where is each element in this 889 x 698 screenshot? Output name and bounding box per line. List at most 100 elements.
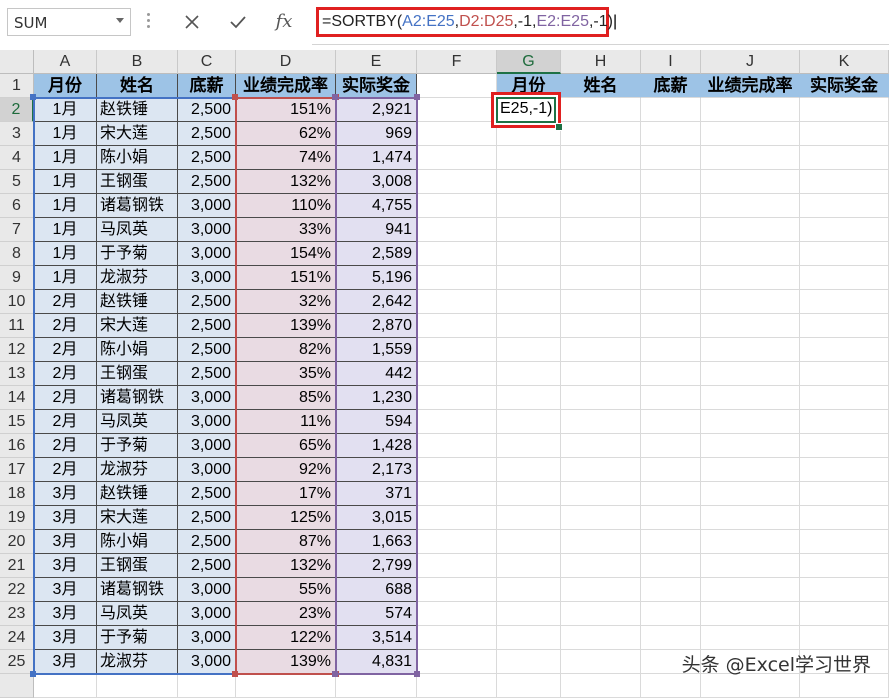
column-header-k[interactable]: K — [800, 50, 889, 74]
grid-cell[interactable] — [561, 314, 641, 338]
grid-cell[interactable] — [641, 410, 701, 434]
spreadsheet-grid[interactable]: A B C D E F G H I J K 1 2 3 4 5 6 7 8 9 10 11 12 13 14 15 16 17 18 19… — [0, 50, 889, 698]
grid-cell[interactable] — [497, 554, 561, 578]
grid-cell[interactable] — [800, 554, 889, 578]
table-header-cell[interactable]: 业绩完成率 — [236, 74, 336, 98]
column-header-i[interactable]: I — [641, 50, 701, 74]
grid-cell[interactable] — [701, 338, 800, 362]
table-cell[interactable]: 2,500 — [178, 554, 236, 578]
table-cell[interactable]: 1,230 — [336, 386, 417, 410]
table-cell[interactable]: 3,000 — [178, 626, 236, 650]
table-cell[interactable]: 2,500 — [178, 314, 236, 338]
range-resize-handle[interactable] — [232, 671, 238, 677]
grid-cell[interactable] — [561, 146, 641, 170]
column-header-h[interactable]: H — [561, 50, 641, 74]
table-cell[interactable]: 2月 — [34, 434, 97, 458]
grid-cell[interactable] — [417, 194, 497, 218]
grid-cell[interactable] — [641, 170, 701, 194]
table-cell[interactable]: 2月 — [34, 458, 97, 482]
table-cell[interactable]: 2月 — [34, 410, 97, 434]
table-cell[interactable]: 11% — [236, 410, 336, 434]
table-cell[interactable]: 2,500 — [178, 98, 236, 122]
table-cell[interactable]: 2月 — [34, 290, 97, 314]
table-cell[interactable]: 4,755 — [336, 194, 417, 218]
check-icon[interactable] — [218, 8, 258, 36]
table-cell[interactable]: 151% — [236, 98, 336, 122]
table-cell[interactable]: 2,870 — [336, 314, 417, 338]
row-header[interactable]: 15 — [0, 410, 34, 434]
table-cell[interactable]: 371 — [336, 482, 417, 506]
grid-cell[interactable] — [497, 602, 561, 626]
grid-cell[interactable] — [641, 506, 701, 530]
grid-cell[interactable] — [800, 242, 889, 266]
output-header-cell[interactable]: 底薪 — [641, 74, 701, 98]
grid-cell[interactable] — [561, 170, 641, 194]
column-header-c[interactable]: C — [178, 50, 236, 74]
grid-cell[interactable] — [417, 434, 497, 458]
column-header-a[interactable]: A — [34, 50, 97, 74]
grid-cell[interactable] — [641, 290, 701, 314]
table-cell[interactable]: 陈小娟 — [97, 146, 178, 170]
grid-cell[interactable] — [497, 170, 561, 194]
table-cell[interactable]: 110% — [236, 194, 336, 218]
row-header[interactable]: 2 — [0, 98, 34, 122]
grid-cell[interactable] — [417, 410, 497, 434]
formula-bar[interactable]: =SORTBY(A2:E25,D2:D25,-1,E2:E25,-1)| — [316, 7, 617, 37]
table-cell[interactable]: 马凤英 — [97, 218, 178, 242]
table-cell[interactable]: 1月 — [34, 146, 97, 170]
grid-cell[interactable] — [497, 290, 561, 314]
table-cell[interactable]: 3月 — [34, 530, 97, 554]
grid-cell[interactable] — [497, 266, 561, 290]
table-cell[interactable]: 85% — [236, 386, 336, 410]
grid-cell[interactable] — [417, 98, 497, 122]
grid-cell[interactable] — [800, 458, 889, 482]
grid-cell[interactable] — [497, 674, 561, 698]
grid-cell[interactable] — [701, 410, 800, 434]
grid-cell[interactable] — [497, 626, 561, 650]
table-cell[interactable]: 941 — [336, 218, 417, 242]
grid-cell[interactable] — [417, 242, 497, 266]
grid-cell[interactable] — [641, 98, 701, 122]
grid-cell[interactable] — [800, 146, 889, 170]
grid-cell[interactable] — [497, 530, 561, 554]
row-header[interactable]: 14 — [0, 386, 34, 410]
table-cell[interactable]: 139% — [236, 314, 336, 338]
grid-cell[interactable] — [497, 650, 561, 674]
grid-cell[interactable] — [701, 578, 800, 602]
grid-cell[interactable] — [561, 194, 641, 218]
active-cell-text[interactable]: E25,-1) — [496, 97, 556, 123]
grid-cell[interactable] — [800, 578, 889, 602]
grid-cell[interactable] — [561, 290, 641, 314]
grid-cell[interactable] — [497, 506, 561, 530]
grid-cell[interactable] — [701, 242, 800, 266]
table-cell[interactable]: 33% — [236, 218, 336, 242]
grid-cell[interactable] — [641, 266, 701, 290]
grid-cell[interactable] — [97, 674, 178, 698]
row-header[interactable]: 19 — [0, 506, 34, 530]
grid-cell[interactable] — [641, 458, 701, 482]
table-cell[interactable]: 3,000 — [178, 458, 236, 482]
grid-cell[interactable] — [800, 314, 889, 338]
row-header[interactable]: 9 — [0, 266, 34, 290]
grid-cell[interactable] — [561, 410, 641, 434]
table-cell[interactable]: 陈小娟 — [97, 530, 178, 554]
table-cell[interactable]: 2,921 — [336, 98, 417, 122]
grid-cell[interactable] — [641, 314, 701, 338]
grid-cell[interactable] — [800, 362, 889, 386]
table-cell[interactable]: 龙淑芬 — [97, 266, 178, 290]
table-cell[interactable]: 4,831 — [336, 650, 417, 674]
grid-cell[interactable] — [641, 434, 701, 458]
table-cell[interactable]: 3月 — [34, 506, 97, 530]
grid-cell[interactable] — [561, 482, 641, 506]
grid-cell[interactable] — [561, 122, 641, 146]
grid-cell[interactable] — [701, 554, 800, 578]
grid-cell[interactable] — [701, 482, 800, 506]
grid-cell[interactable] — [701, 626, 800, 650]
grid-cell[interactable] — [641, 602, 701, 626]
table-header-cell[interactable]: 底薪 — [178, 74, 236, 98]
grid-cell[interactable] — [336, 674, 417, 698]
grid-cell[interactable] — [800, 338, 889, 362]
table-cell[interactable]: 82% — [236, 338, 336, 362]
grid-cell[interactable] — [701, 122, 800, 146]
table-cell[interactable]: 3,000 — [178, 218, 236, 242]
